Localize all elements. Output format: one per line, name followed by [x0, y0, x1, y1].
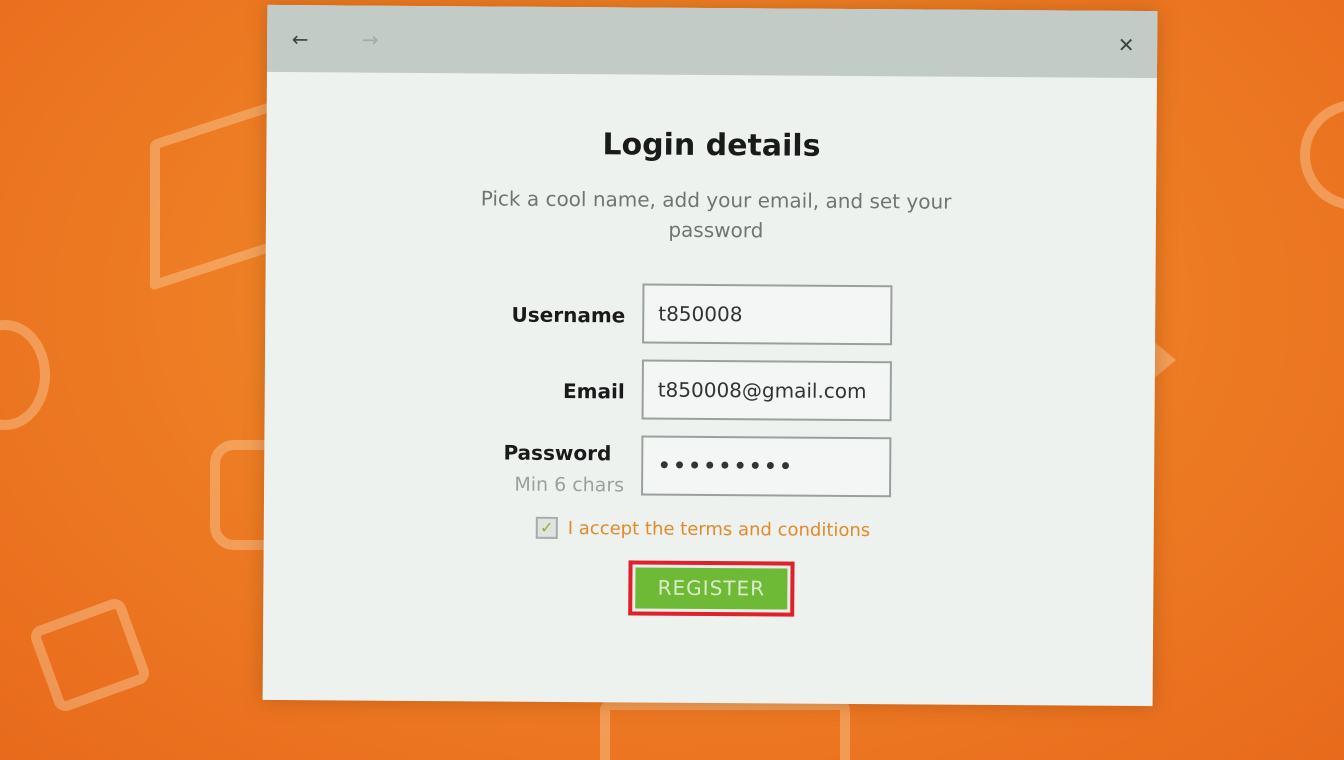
password-hint: Min 6 chars — [514, 473, 625, 497]
terms-link[interactable]: I accept the terms and conditions — [568, 518, 871, 541]
background-code-icon — [27, 595, 153, 715]
register-button[interactable]: REGISTER — [635, 567, 788, 610]
email-field[interactable] — [641, 359, 892, 422]
close-icon[interactable]: ✕ — [1111, 33, 1141, 57]
register-button-highlight: REGISTER — [628, 560, 795, 617]
password-field[interactable] — [641, 435, 892, 498]
background-box-icon — [600, 700, 850, 760]
arrow-left-icon[interactable]: ← — [285, 27, 315, 51]
password-label: Password — [503, 440, 612, 466]
page-subtitle: Pick a cool name, add your email, and se… — [480, 186, 952, 243]
username-label: Username — [511, 302, 626, 328]
email-label: Email — [562, 378, 625, 404]
page-title: Login details — [602, 127, 821, 164]
background-ring-icon — [1300, 100, 1344, 210]
dialog-titlebar: ← → ✕ — [266, 4, 1158, 79]
username-field[interactable] — [642, 283, 893, 346]
terms-checkbox[interactable]: ✓ — [535, 516, 558, 539]
arrow-right-icon[interactable]: → — [355, 28, 385, 52]
background-megaphone-icon — [150, 98, 280, 292]
terms-row: ✓ I accept the terms and conditions — [535, 515, 871, 543]
login-details-dialog: ← → ✕ Login details Pick a cool name, ad… — [262, 4, 1158, 707]
dialog-content: Login details Pick a cool name, add your… — [263, 72, 1157, 706]
background-circle-icon — [0, 320, 50, 430]
